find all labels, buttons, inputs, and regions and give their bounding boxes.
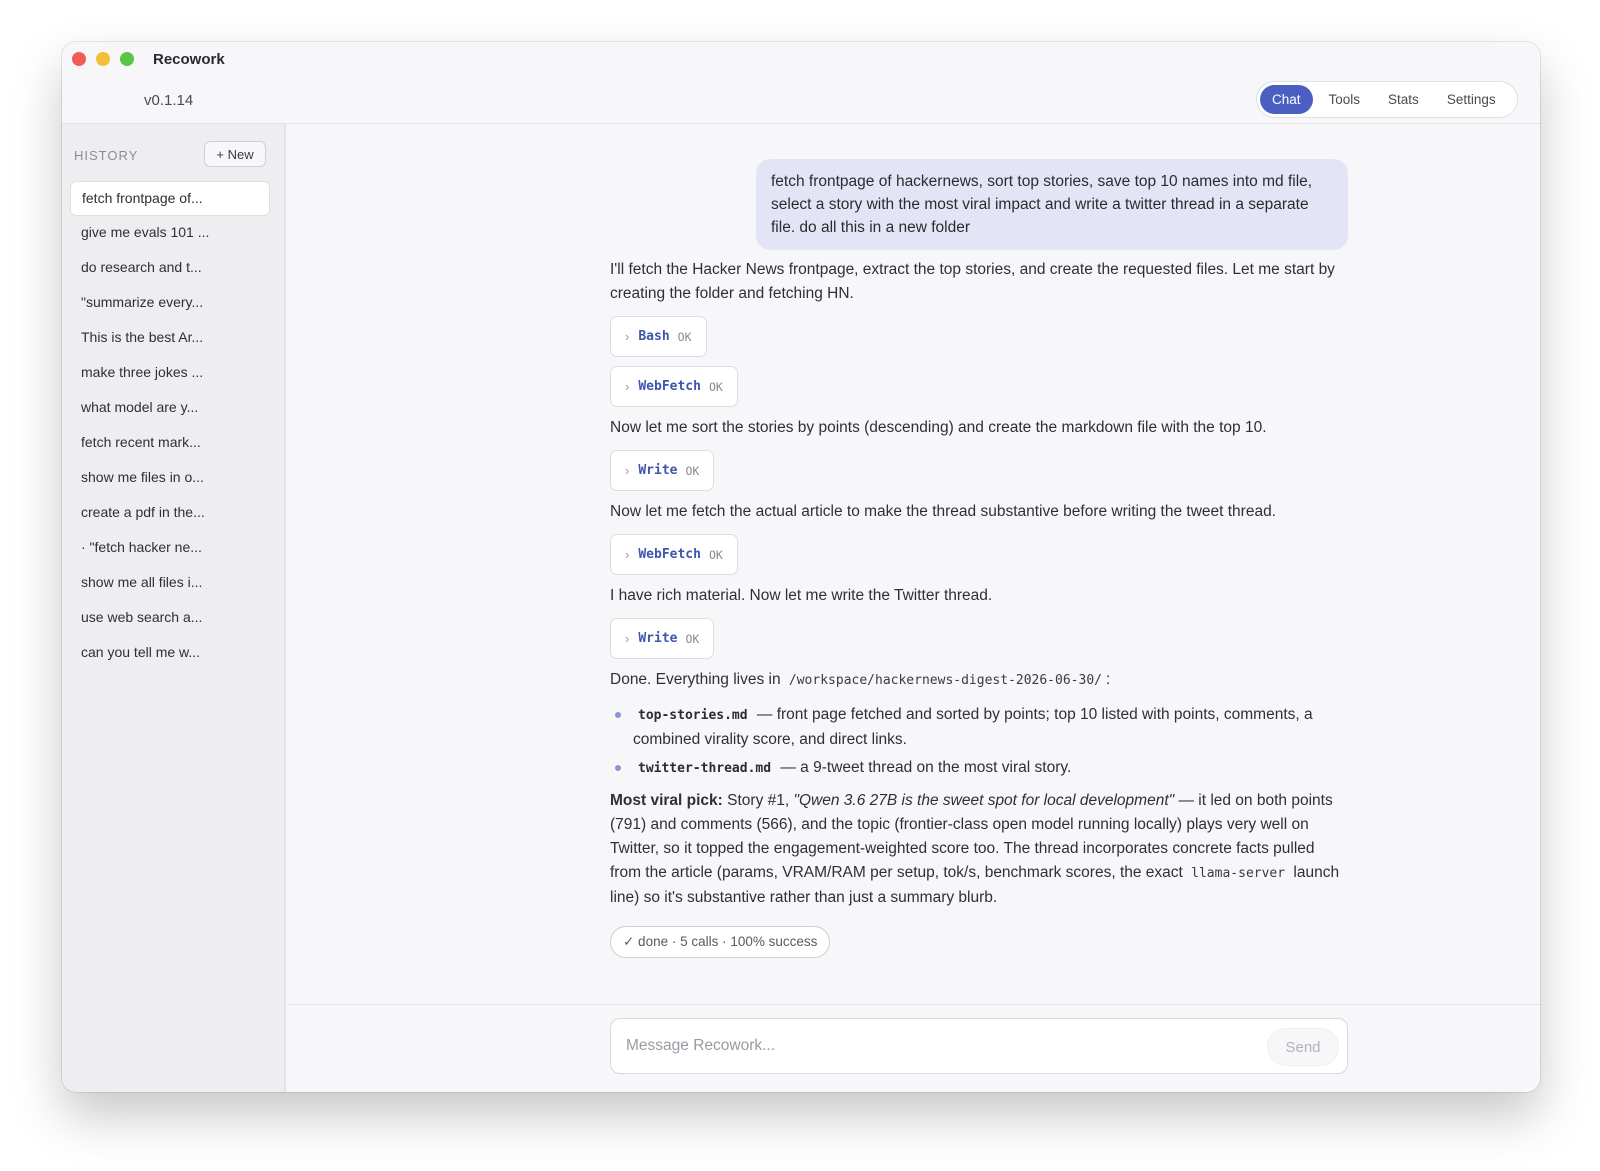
user-message: fetch frontpage of hackernews, sort top …: [756, 159, 1348, 250]
history-item[interactable]: show me all files i...: [70, 566, 270, 601]
tool-name: Write: [638, 462, 678, 478]
list-item: twitter-thread.md — a 9-tweet thread on …: [610, 756, 1348, 781]
history-item[interactable]: This is the best Ar...: [70, 321, 270, 356]
list-item: top-stories.md — front page fetched and …: [610, 703, 1348, 752]
tool-call-row: › WebFetch OK: [610, 366, 1348, 416]
assistant-text: I have rich material. Now let me write t…: [610, 587, 993, 604]
viral-pick-paragraph: Most viral pick: Story #1, "Qwen 3.6 27B…: [610, 789, 1348, 910]
chat-panel: fetch frontpage of hackernews, sort top …: [288, 124, 1540, 1092]
tool-name: WebFetch: [638, 546, 701, 562]
chevron-right-icon: ›: [625, 630, 630, 646]
zoom-window-button[interactable]: [120, 52, 134, 66]
composer-area: Send: [288, 1004, 1540, 1092]
history-item[interactable]: fetch recent mark...: [70, 426, 270, 461]
done-suffix: :: [1105, 671, 1111, 688]
minimize-window-button[interactable]: [96, 52, 110, 66]
history-item[interactable]: show me files in o...: [70, 461, 270, 496]
history-item[interactable]: · "fetch hacker ne...: [70, 531, 270, 566]
close-window-button[interactable]: [72, 52, 86, 66]
assistant-text: Now let me fetch the actual article to m…: [610, 503, 1276, 520]
tool-name: WebFetch: [638, 378, 701, 394]
app-name: Recowork: [153, 51, 225, 68]
file-name: twitter-thread.md: [638, 761, 772, 776]
chevron-right-icon: ›: [625, 462, 630, 478]
assistant-text: I'll fetch the Hacker News frontpage, ex…: [610, 261, 1335, 302]
history-item[interactable]: "summarize every...: [70, 286, 270, 321]
history-sidebar: HISTORY + New fetch frontpage of... give…: [62, 124, 286, 1092]
tool-call-row: › Write OK: [610, 618, 1348, 668]
output-files-list: top-stories.md — front page fetched and …: [610, 703, 1348, 781]
send-button[interactable]: Send: [1267, 1028, 1339, 1066]
assistant-text: Now let me sort the stories by points (d…: [610, 419, 1267, 436]
tab-stats[interactable]: Stats: [1376, 85, 1431, 114]
tab-settings[interactable]: Settings: [1435, 85, 1508, 114]
new-chat-button[interactable]: + New: [204, 141, 266, 167]
main-nav: Chat Tools Stats Settings: [1256, 81, 1518, 118]
assistant-done-line: Done. Everything lives in /workspace/hac…: [610, 668, 1348, 693]
tool-call-write[interactable]: › Write OK: [610, 450, 715, 491]
tool-call-webfetch[interactable]: › WebFetch OK: [610, 534, 738, 575]
viral-pick-title: "Qwen 3.6 27B is the sweet spot for loca…: [793, 792, 1175, 809]
history-item[interactable]: fetch frontpage of...: [70, 181, 270, 216]
tool-status: OK: [685, 463, 700, 478]
tool-call-write[interactable]: › Write OK: [610, 618, 715, 659]
bullet-icon: [615, 712, 621, 718]
history-item[interactable]: what model are y...: [70, 391, 270, 426]
chevron-right-icon: ›: [625, 378, 630, 394]
chevron-right-icon: ›: [625, 546, 630, 562]
tool-call-bash[interactable]: › Bash OK: [610, 316, 707, 357]
history-item[interactable]: use web search a...: [70, 601, 270, 636]
viral-pick-story: Story #1,: [727, 792, 790, 809]
history-item[interactable]: make three jokes ...: [70, 356, 270, 391]
tool-name: Bash: [638, 328, 670, 344]
tool-call-row: › Bash OK: [610, 316, 1348, 366]
bullet-icon: [615, 765, 621, 771]
composer: Send: [610, 1018, 1348, 1074]
tab-tools[interactable]: Tools: [1317, 85, 1373, 114]
history-item[interactable]: can you tell me w...: [70, 636, 270, 671]
tool-name: Write: [638, 630, 678, 646]
chevron-right-icon: ›: [625, 328, 630, 344]
tab-chat[interactable]: Chat: [1260, 85, 1313, 114]
tool-status: OK: [685, 631, 700, 646]
history-heading: HISTORY: [74, 148, 139, 163]
history-item[interactable]: create a pdf in the...: [70, 496, 270, 531]
assistant-response: I'll fetch the Hacker News frontpage, ex…: [610, 258, 1348, 958]
run-summary-badge: ✓ done · 5 calls · 100% success: [610, 926, 831, 958]
tool-call-webfetch[interactable]: › WebFetch OK: [610, 366, 738, 407]
viral-pick-label: Most viral pick:: [610, 792, 723, 809]
history-item[interactable]: give me evals 101 ...: [70, 216, 270, 251]
tool-status: OK: [708, 547, 723, 562]
title-bar: Recowork v0.1.14 Chat Tools Stats Settin…: [62, 42, 1540, 124]
file-name: top-stories.md: [638, 708, 748, 723]
app-window: Recowork v0.1.14 Chat Tools Stats Settin…: [62, 42, 1540, 1092]
history-item[interactable]: do research and t...: [70, 251, 270, 286]
tool-status: OK: [708, 379, 723, 394]
message-input[interactable]: [626, 1034, 1226, 1058]
tool-call-row: › WebFetch OK: [610, 534, 1348, 584]
inline-code: llama-server: [1191, 866, 1286, 881]
history-list: fetch frontpage of... give me evals 101 …: [70, 181, 270, 671]
output-folder-path: /workspace/hackernews-digest-2026-06-30/: [788, 673, 1102, 688]
app-version: v0.1.14: [144, 92, 194, 109]
done-prefix: Done. Everything lives in: [610, 671, 781, 688]
tool-status: OK: [677, 329, 692, 344]
file-description: — a 9-tweet thread on the most viral sto…: [780, 759, 1072, 776]
tool-call-row: › Write OK: [610, 450, 1348, 500]
